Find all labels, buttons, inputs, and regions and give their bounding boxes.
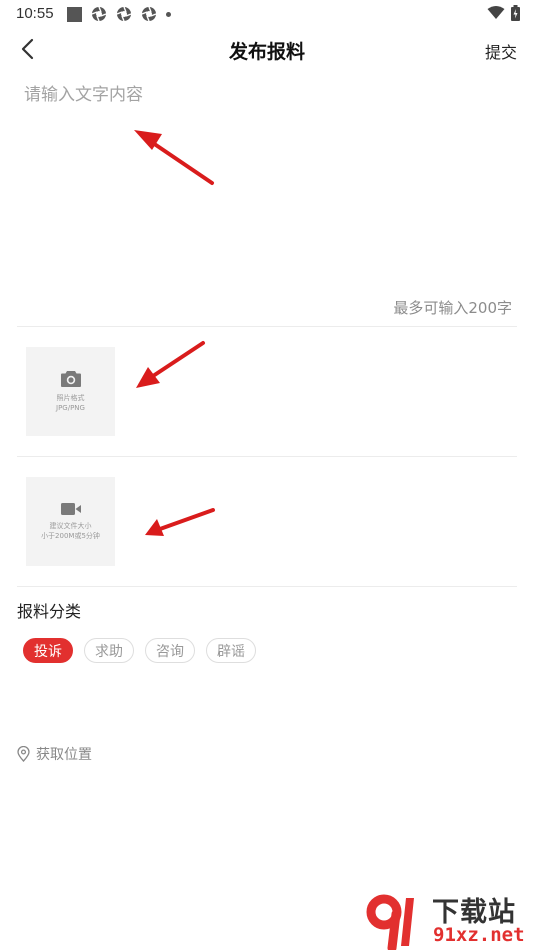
submit-button[interactable]: 提交 — [485, 39, 517, 63]
category-tag-rumor-refute[interactable]: 辟谣 — [206, 638, 256, 663]
video-upload-button[interactable]: 建议文件大小 小于200M或5分钟 — [26, 477, 115, 566]
aperture-icon — [116, 6, 132, 22]
content-placeholder: 请输入文字内容 — [24, 85, 143, 105]
system-icons — [487, 5, 520, 21]
photo-format-line2: JPG/PNG — [56, 404, 85, 412]
aperture-icon — [141, 6, 157, 22]
divider — [17, 586, 517, 587]
nav-bar: 发布报料 提交 — [0, 28, 534, 72]
annotation-arrow-photo — [136, 341, 205, 388]
more-notifications-dot-icon — [166, 11, 171, 17]
wifi-icon — [487, 6, 505, 19]
category-tag-help[interactable]: 求助 — [84, 638, 134, 663]
video-camera-icon — [60, 503, 81, 515]
category-title: 报料分类 — [17, 602, 82, 621]
status-time: 10:55 — [16, 5, 54, 22]
page-title: 发布报料 — [228, 41, 305, 63]
category-tags: 投诉 求助 咨询 辟谣 — [23, 638, 256, 663]
content-textarea[interactable]: 请输入文字内容 — [24, 80, 514, 280]
video-size-line2: 小于200M或5分钟 — [41, 532, 100, 540]
watermark: 下载站 91xz.net — [362, 890, 532, 950]
video-size-line1: 建议文件大小 — [49, 522, 92, 530]
category-tag-complaint[interactable]: 投诉 — [23, 638, 73, 663]
notification-icons — [67, 6, 171, 22]
video-size-text: 建议文件大小 小于200M或5分钟 — [41, 521, 100, 541]
divider — [17, 456, 517, 457]
location-pin-icon — [17, 746, 30, 762]
location-label: 获取位置 — [36, 747, 92, 763]
notification-square-icon — [67, 6, 82, 22]
status-bar: 10:55 — [0, 0, 534, 28]
char-limit-hint: 最多可输入200字 — [393, 299, 512, 317]
battery-icon — [511, 5, 520, 21]
photo-upload-button[interactable]: 照片格式 JPG/PNG — [26, 347, 115, 436]
camera-icon — [60, 371, 81, 387]
divider — [17, 326, 517, 327]
category-tag-inquiry[interactable]: 咨询 — [145, 638, 195, 663]
get-location-button[interactable]: 获取位置 — [17, 744, 92, 764]
annotation-arrow-video — [145, 508, 215, 536]
watermark-logo — [366, 894, 414, 950]
photo-format-text: 照片格式 JPG/PNG — [56, 393, 85, 413]
photo-format-line1: 照片格式 — [56, 394, 85, 402]
watermark-url: 91xz.net — [433, 924, 525, 946]
aperture-icon — [91, 6, 107, 22]
